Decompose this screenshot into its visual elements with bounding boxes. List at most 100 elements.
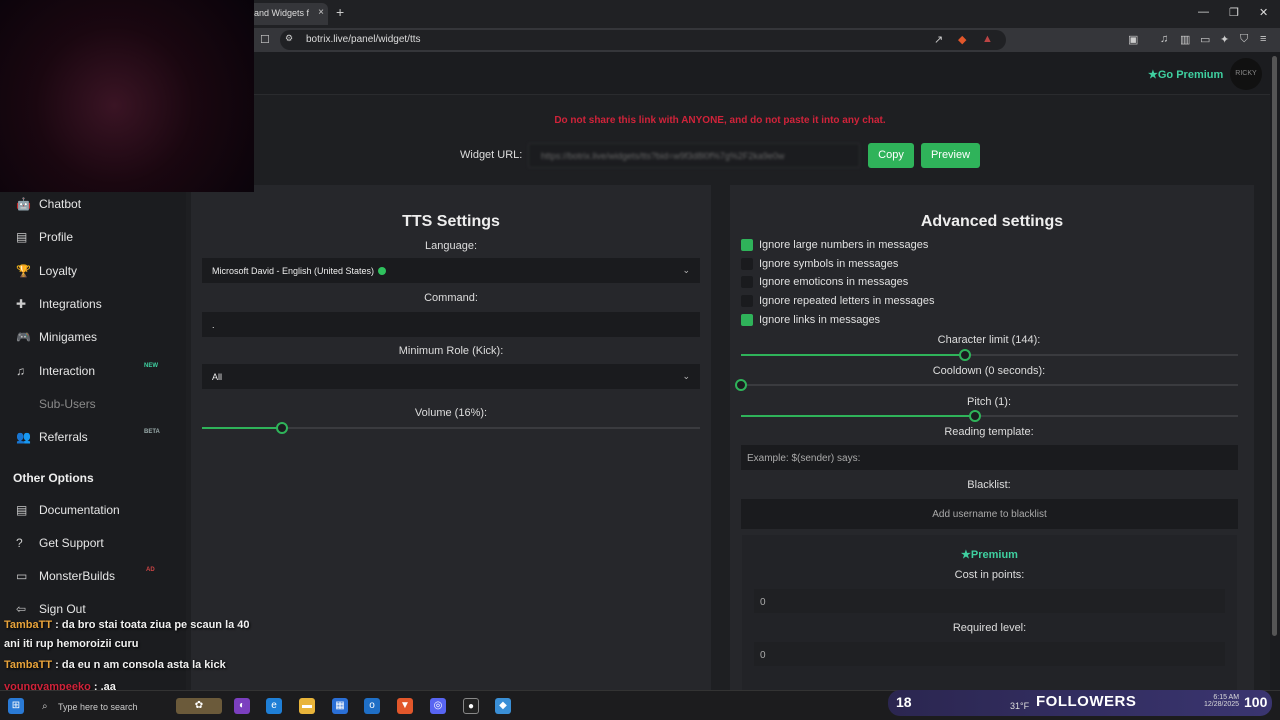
sidebar-item-label: Sub-Users: [39, 397, 96, 411]
address-bar[interactable]: botrix.live/panel/widget/tts: [280, 30, 1006, 50]
chevron-down-icon: ⌄: [682, 371, 690, 381]
volume-slider[interactable]: [202, 422, 700, 434]
browser-tab[interactable]: and Widgets f ×: [248, 3, 328, 25]
checkbox[interactable]: [741, 295, 753, 307]
sidebar-item-chatbot[interactable]: 🤖 Chatbot: [16, 197, 81, 211]
clock-date: 12/28/2025: [1204, 701, 1240, 708]
search-icon[interactable]: ⌕: [42, 701, 48, 712]
gamepad-icon: 🎮: [16, 330, 31, 344]
discord-icon[interactable]: ◎: [430, 698, 446, 714]
clock[interactable]: 6:15 AM 12/28/2025: [1204, 694, 1239, 708]
tab-close-icon[interactable]: ×: [318, 7, 324, 18]
volume-thumb[interactable]: [275, 422, 288, 434]
pitch-thumb[interactable]: [968, 410, 981, 422]
char-limit-slider[interactable]: [741, 349, 1238, 361]
bookmark-icon[interactable]: ☐: [260, 33, 270, 46]
sidebar-item-sub-users[interactable]: Sub-Users: [16, 397, 96, 411]
share-icon[interactable]: ↗: [934, 33, 943, 46]
brave-shield-icon[interactable]: ◆: [958, 33, 966, 46]
rewards-icon[interactable]: ▲: [982, 33, 993, 45]
sidebar-item-get-support[interactable]: ? Get Support: [16, 536, 104, 550]
required-level-label: Required level:: [952, 622, 1027, 634]
store-icon[interactable]: ▦: [332, 698, 348, 714]
char-limit-fill: [741, 354, 965, 356]
sidebar-item-documentation[interactable]: ▤ Documentation: [16, 503, 120, 517]
sidebar-item-sign-out[interactable]: ⇦ Sign Out: [16, 602, 86, 616]
chat-separator: :: [52, 619, 62, 631]
min-role-value: All: [212, 372, 223, 382]
windows-start-icon[interactable]: ⊞: [8, 698, 24, 714]
sidebar-item-label: Get Support: [39, 536, 104, 550]
cost-input[interactable]: 0: [754, 589, 1225, 613]
puzzle-icon: ✚: [16, 297, 27, 311]
news-widget-icon[interactable]: ✿: [176, 698, 222, 714]
vpn-icon[interactable]: ⛉: [1240, 33, 1248, 46]
sidebar-item-loyalty[interactable]: 🏆 Loyalty: [16, 264, 77, 278]
sidebar-toggle-icon[interactable]: ▥: [1180, 33, 1190, 46]
weather-readout[interactable]: 31°F: [1010, 701, 1029, 711]
checkbox[interactable]: [741, 276, 753, 288]
sidebar-item-referrals[interactable]: 👥 Referrals: [16, 430, 88, 444]
chat-message: TambaTT : da bro stai toata ziua pe scau…: [4, 619, 250, 631]
blacklist-input[interactable]: Add username to blacklist: [741, 499, 1238, 529]
screenshot-icon[interactable]: ▣: [1128, 33, 1138, 46]
file-explorer-icon[interactable]: ▬: [299, 698, 315, 714]
reading-template-input[interactable]: Example: $(sender) says:: [741, 445, 1238, 470]
sidebar-item-monsterbuilds[interactable]: ▭ MonsterBuilds: [16, 569, 115, 583]
pitch-label: Pitch (1):: [966, 396, 1011, 408]
char-limit-thumb[interactable]: [958, 349, 971, 361]
sidebar-item-label: Referrals: [39, 430, 88, 444]
sidebar-item-interaction[interactable]: ♫ Interaction: [16, 364, 95, 378]
menu-icon[interactable]: ≡: [1260, 33, 1266, 45]
sidebar-badge: NEW: [144, 363, 158, 369]
chat-message: ani iti rup hemoroizii curu: [4, 638, 138, 650]
cooldown-slider[interactable]: [735, 379, 1238, 391]
language-select[interactable]: Microsoft David - English (United States…: [202, 258, 700, 283]
checkbox[interactable]: [741, 314, 753, 326]
copy-button[interactable]: Copy: [868, 143, 914, 168]
required-level-input[interactable]: 0: [754, 642, 1225, 666]
advanced-settings-panel: Advanced settings Ignore large numbers i…: [730, 185, 1254, 690]
close-window-button[interactable]: ✕: [1259, 6, 1268, 19]
sidebar-item-profile[interactable]: ▤ Profile: [16, 230, 73, 244]
site-info-icon[interactable]: ⚙: [285, 33, 293, 44]
pitch-fill: [741, 415, 975, 417]
checkbox[interactable]: [741, 239, 753, 251]
sidebar-item-integrations[interactable]: ✚ Integrations: [16, 297, 102, 311]
reading-template-label: Reading template:: [944, 426, 1034, 438]
followers-goal: 100: [1244, 694, 1268, 710]
scrollbar-thumb[interactable]: [1272, 56, 1277, 636]
min-role-label: Minimum Role (Kick):: [398, 345, 504, 357]
checkbox[interactable]: [741, 258, 753, 270]
sidebar-item-label: Interaction: [39, 364, 96, 378]
taskbar-search[interactable]: Type here to search: [58, 702, 138, 712]
premium-heading: ★Premium: [742, 548, 1237, 561]
widget-url-field[interactable]: https://botrix.live/widgets/tts?bid=w9f3…: [528, 143, 860, 168]
copilot-icon[interactable]: ◐: [234, 698, 250, 714]
media-icon[interactable]: ♫: [1160, 33, 1168, 45]
avatar[interactable]: RICKY: [1230, 58, 1262, 90]
outlook-icon[interactable]: o: [364, 698, 380, 714]
preview-button[interactable]: Preview: [921, 143, 980, 168]
tts-settings-panel: TTS Settings Language: Microsoft David -…: [191, 185, 711, 690]
min-role-select[interactable]: All ⌄: [202, 364, 700, 389]
sidebar-item-minigames[interactable]: 🎮 Minigames: [16, 330, 97, 344]
obs-icon[interactable]: ●: [463, 698, 479, 714]
minimize-button[interactable]: —: [1198, 6, 1209, 18]
pitch-slider[interactable]: [741, 410, 1238, 422]
new-tab-button[interactable]: +: [336, 4, 344, 20]
leo-icon[interactable]: ✦: [1220, 33, 1229, 46]
app-icon[interactable]: ◆: [495, 698, 511, 714]
brave-icon[interactable]: ▼: [397, 698, 413, 714]
chevron-down-icon: ⌄: [682, 265, 690, 275]
tab-title: and Widgets f: [254, 8, 310, 18]
cooldown-thumb[interactable]: [735, 379, 747, 391]
chat-text: ani iti rup hemoroizii curu: [4, 638, 139, 650]
edge-icon[interactable]: e: [266, 698, 282, 714]
go-premium-link[interactable]: ★Go Premium: [1148, 68, 1223, 81]
wallet-icon[interactable]: ▭: [1200, 33, 1210, 46]
go-premium-label: Go Premium: [1157, 69, 1224, 81]
command-input[interactable]: .: [202, 312, 700, 337]
sidebar-item-label: Profile: [39, 230, 74, 244]
maximize-button[interactable]: ❐: [1229, 6, 1239, 19]
